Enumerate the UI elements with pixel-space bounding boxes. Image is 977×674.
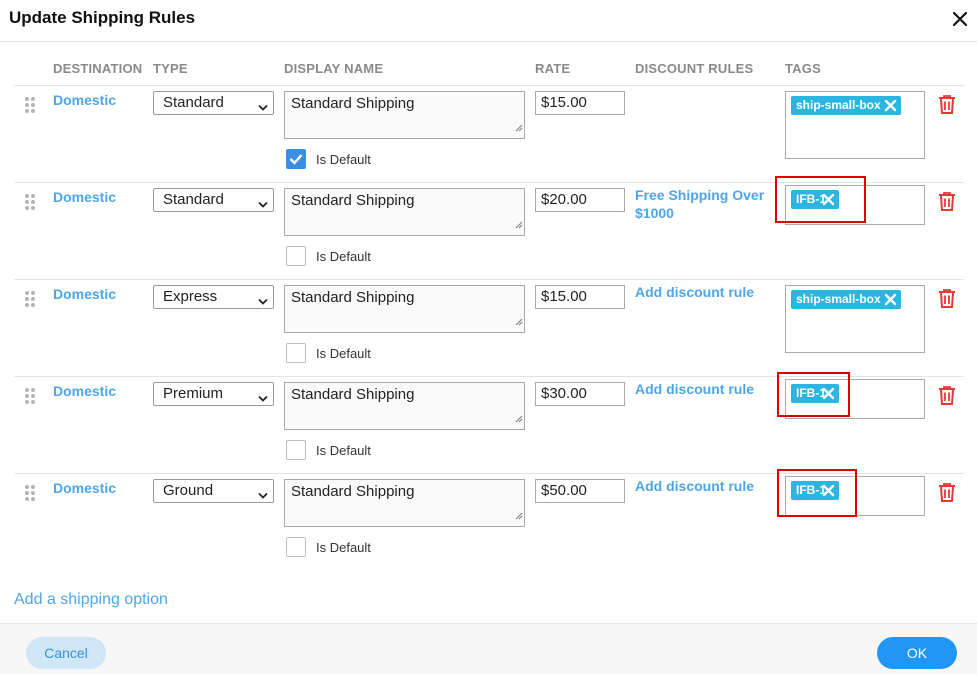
checkmark-icon bbox=[289, 154, 303, 165]
column-header-tags: TAGS bbox=[785, 61, 821, 76]
destination-link[interactable]: Domestic bbox=[53, 286, 116, 302]
drag-handle-icon[interactable] bbox=[25, 194, 37, 212]
tag-chip: ship-small-box bbox=[791, 290, 901, 309]
dialog-footer: Cancel OK bbox=[0, 623, 977, 674]
rate-value: $20.00 bbox=[541, 191, 587, 208]
resize-grip-icon[interactable] bbox=[514, 216, 523, 234]
rate-input[interactable]: $50.00 bbox=[535, 479, 625, 503]
is-default-label: Is Default bbox=[316, 152, 371, 167]
cancel-button[interactable]: Cancel bbox=[26, 637, 106, 669]
chevron-down-icon bbox=[258, 99, 268, 117]
display-name-textarea[interactable]: Standard Shipping bbox=[284, 479, 525, 527]
tag-label: ship-small-box bbox=[796, 292, 881, 306]
display-name-textarea[interactable]: Standard Shipping bbox=[284, 91, 525, 139]
display-name-value: Standard Shipping bbox=[291, 386, 415, 403]
is-default-checkbox[interactable] bbox=[286, 246, 306, 266]
rate-value: $50.00 bbox=[541, 482, 587, 499]
resize-grip-icon[interactable] bbox=[514, 410, 523, 428]
destination-link[interactable]: Domestic bbox=[53, 480, 116, 496]
type-select-value: Express bbox=[163, 288, 218, 305]
is-default-label: Is Default bbox=[316, 443, 371, 458]
resize-grip-icon[interactable] bbox=[514, 313, 523, 331]
is-default-label: Is Default bbox=[316, 346, 371, 361]
close-icon[interactable] bbox=[950, 9, 970, 29]
tags-input[interactable]: ship-small-box bbox=[785, 285, 925, 353]
trash-icon[interactable] bbox=[938, 94, 956, 114]
type-select-value: Premium bbox=[163, 385, 224, 402]
display-name-textarea[interactable]: Standard Shipping bbox=[284, 285, 525, 333]
is-default-label: Is Default bbox=[316, 540, 371, 555]
rate-input[interactable]: $30.00 bbox=[535, 382, 625, 406]
tags-input[interactable]: ship-small-box bbox=[785, 91, 925, 159]
type-select[interactable]: Premium bbox=[153, 382, 274, 406]
column-header-discount-rules: DISCOUNT RULES bbox=[635, 61, 754, 76]
tag-remove-x-icon[interactable] bbox=[884, 99, 897, 112]
destination-link[interactable]: Domestic bbox=[53, 383, 116, 399]
type-select[interactable]: Express bbox=[153, 285, 274, 309]
trash-icon[interactable] bbox=[938, 288, 956, 308]
display-name-value: Standard Shipping bbox=[291, 483, 415, 500]
trash-icon[interactable] bbox=[938, 191, 956, 211]
resize-grip-icon[interactable] bbox=[514, 507, 523, 525]
type-select[interactable]: Standard bbox=[153, 91, 274, 115]
type-select[interactable]: Standard bbox=[153, 188, 274, 212]
tag-label: ship-small-box bbox=[796, 98, 881, 112]
trash-icon[interactable] bbox=[938, 385, 956, 405]
display-name-textarea[interactable]: Standard Shipping bbox=[284, 382, 525, 430]
display-name-value: Standard Shipping bbox=[291, 192, 415, 209]
destination-link[interactable]: Domestic bbox=[53, 92, 116, 108]
add-shipping-option-link[interactable]: Add a shipping option bbox=[14, 591, 168, 609]
type-select-value: Standard bbox=[163, 94, 224, 111]
rate-input[interactable]: $15.00 bbox=[535, 91, 625, 115]
tag-remove-x-icon[interactable] bbox=[884, 293, 897, 306]
chevron-down-icon bbox=[258, 487, 268, 505]
dialog-header: Update Shipping Rules bbox=[0, 0, 977, 42]
drag-handle-icon[interactable] bbox=[25, 388, 37, 406]
dialog-title: Update Shipping Rules bbox=[9, 8, 196, 27]
discount-rule-link[interactable]: Add discount rule bbox=[635, 477, 775, 495]
rate-input[interactable]: $15.00 bbox=[535, 285, 625, 309]
column-header-destination: DESTINATION bbox=[53, 61, 143, 76]
column-header-display-name: DISPLAY NAME bbox=[284, 61, 384, 76]
type-select[interactable]: Ground bbox=[153, 479, 274, 503]
drag-handle-icon[interactable] bbox=[25, 291, 37, 309]
highlight-box bbox=[777, 469, 857, 517]
rate-value: $15.00 bbox=[541, 94, 587, 111]
display-name-textarea[interactable]: Standard Shipping bbox=[284, 188, 525, 236]
chevron-down-icon bbox=[258, 390, 268, 408]
column-header-type: TYPE bbox=[153, 61, 188, 76]
rate-value: $15.00 bbox=[541, 288, 587, 305]
is-default-label: Is Default bbox=[316, 249, 371, 264]
rate-input[interactable]: $20.00 bbox=[535, 188, 625, 212]
drag-handle-icon[interactable] bbox=[25, 485, 37, 503]
chevron-down-icon bbox=[258, 293, 268, 311]
ok-button[interactable]: OK bbox=[877, 637, 957, 669]
chevron-down-icon bbox=[258, 196, 268, 214]
discount-rule-link[interactable]: Add discount rule bbox=[635, 283, 775, 301]
display-name-value: Standard Shipping bbox=[291, 95, 415, 112]
trash-icon[interactable] bbox=[938, 482, 956, 502]
drag-handle-icon[interactable] bbox=[25, 97, 37, 115]
row-divider bbox=[14, 85, 964, 86]
is-default-checkbox[interactable] bbox=[286, 537, 306, 557]
highlight-box bbox=[777, 372, 850, 417]
rate-value: $30.00 bbox=[541, 385, 587, 402]
type-select-value: Standard bbox=[163, 191, 224, 208]
column-header-rate: RATE bbox=[535, 61, 571, 76]
discount-rule-link[interactable]: Free Shipping Over $1000 bbox=[635, 186, 775, 222]
is-default-checkbox[interactable] bbox=[286, 440, 306, 460]
resize-grip-icon[interactable] bbox=[514, 119, 523, 137]
is-default-checkbox[interactable] bbox=[286, 149, 306, 169]
display-name-value: Standard Shipping bbox=[291, 289, 415, 306]
highlight-box bbox=[775, 176, 866, 223]
tag-chip: ship-small-box bbox=[791, 96, 901, 115]
discount-rule-link[interactable]: Add discount rule bbox=[635, 380, 775, 398]
is-default-checkbox[interactable] bbox=[286, 343, 306, 363]
row-divider bbox=[14, 279, 964, 280]
destination-link[interactable]: Domestic bbox=[53, 189, 116, 205]
type-select-value: Ground bbox=[163, 482, 214, 499]
